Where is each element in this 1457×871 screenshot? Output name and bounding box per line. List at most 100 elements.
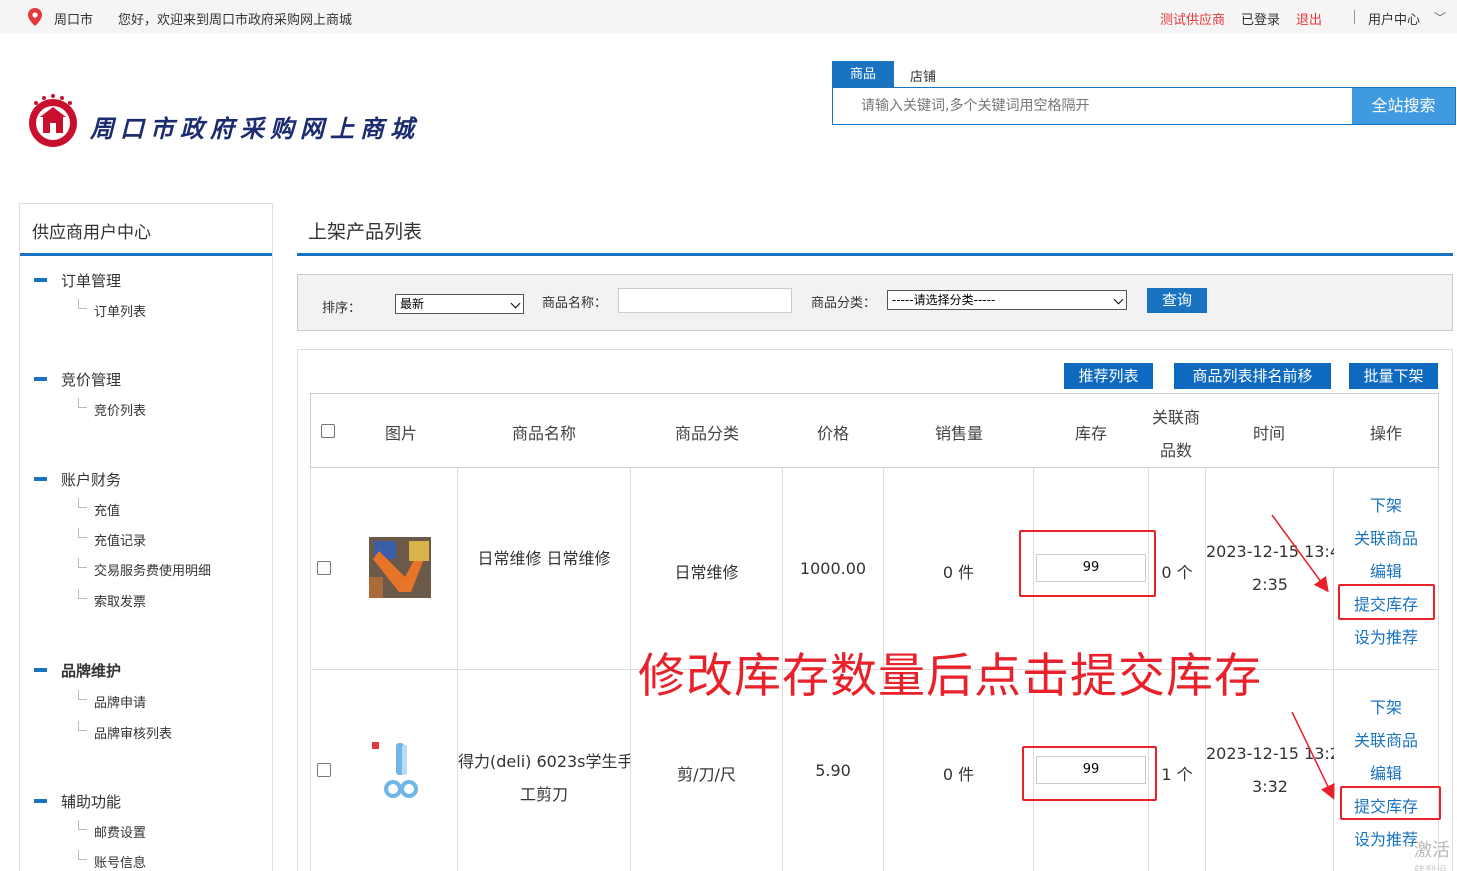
set-recommend-link[interactable]: 设为推荐	[1333, 624, 1439, 648]
product-name-line2[interactable]: 工剪刀	[458, 781, 630, 805]
product-thumbnail[interactable]	[369, 537, 431, 598]
listing-time-line1: 2023-12-15 13:4	[1206, 542, 1334, 561]
title-underline	[297, 253, 1453, 256]
product-name-line1[interactable]: 得力(deli) 6023s学生手	[458, 748, 630, 772]
user-center-menu[interactable]: 用户中心	[1368, 9, 1420, 28]
sidebar-group-label[interactable]: 订单管理	[61, 270, 121, 291]
related-count: 0 个	[1161, 563, 1193, 582]
edit-link[interactable]: 编辑	[1333, 760, 1439, 784]
col-sales: 销售量	[934, 424, 983, 443]
query-button[interactable]: 查询	[1147, 288, 1207, 313]
sidebar-item-label[interactable]: 交易服务费使用明细	[94, 560, 211, 579]
tab-stores[interactable]: 店铺	[910, 66, 936, 85]
supplier-name-link[interactable]: 测试供应商	[1160, 9, 1225, 28]
sidebar-item-label[interactable]: 充值	[94, 500, 120, 519]
site-search-button[interactable]: 全站搜索	[1352, 88, 1455, 124]
sort-select-value: 最新	[400, 297, 425, 311]
product-sales: 0 件	[942, 765, 975, 784]
related-products-link[interactable]: 关联商品	[1333, 525, 1439, 549]
col-image: 图片	[384, 424, 417, 443]
product-price: 5.90	[815, 761, 851, 780]
sidebar-item-label[interactable]: 品牌申请	[94, 692, 146, 711]
listing-time-line2: 3:32	[1252, 777, 1288, 796]
row-checkbox[interactable]	[317, 561, 331, 575]
sort-label: 排序：	[322, 301, 362, 316]
sort-select[interactable]: 最新	[395, 294, 524, 314]
logged-in-status: 已登录	[1241, 13, 1281, 28]
batch-delist-button[interactable]: 批量下架	[1349, 363, 1438, 389]
filter-bar: 排序： 最新 商品名称： 商品分类： -----请选择分类----- 查询	[297, 274, 1453, 331]
group-dash-icon	[34, 799, 47, 803]
chevron-down-icon[interactable]: ﹀	[1434, 9, 1446, 26]
sidebar-item-label[interactable]: 索取发票	[94, 591, 146, 610]
sidebar: 供应商用户中心 订单管理 订单列表 竞价管理 竞价列表 账户财务 充值 充值记录…	[19, 203, 273, 871]
product-price: 1000.00	[799, 559, 867, 578]
tree-line	[78, 690, 87, 700]
sidebar-item-label[interactable]: 账号信息	[94, 852, 146, 871]
row-checkbox[interactable]	[317, 763, 331, 777]
activation-watermark: 激活	[1414, 840, 1450, 861]
col-related-line2: 品数	[1159, 441, 1192, 460]
tree-line	[78, 721, 87, 731]
tree-line	[78, 589, 87, 599]
listing-time-line2: 2:35	[1252, 575, 1288, 594]
product-name[interactable]: 日常维修 日常维修	[458, 545, 630, 569]
delist-link[interactable]: 下架	[1333, 694, 1439, 718]
product-name-input[interactable]	[618, 288, 792, 313]
related-products-link[interactable]: 关联商品	[1333, 727, 1439, 751]
group-dash-icon	[34, 278, 47, 282]
listing-time-line1: 2023-12-15 13:2	[1206, 744, 1334, 763]
sidebar-group-label[interactable]: 账户财务	[61, 469, 121, 490]
page-title: 上架产品列表	[308, 221, 423, 243]
product-name-label: 商品名称：	[542, 296, 608, 311]
sidebar-group-label[interactable]: 辅助功能	[61, 791, 121, 812]
logout-link[interactable]: 退出	[1296, 9, 1322, 28]
edit-link[interactable]: 编辑	[1333, 558, 1439, 582]
col-category: 商品分类	[674, 424, 739, 443]
col-product-name: 商品名称	[511, 424, 576, 443]
sidebar-group-label[interactable]: 品牌维护	[61, 660, 121, 681]
sidebar-item-label[interactable]: 订单列表	[94, 301, 146, 320]
stock-highlight-box	[1022, 746, 1157, 801]
tree-line	[78, 398, 87, 408]
site-logo-text[interactable]: 周口市政府采购网上商城	[90, 109, 420, 144]
rank-forward-button[interactable]: 商品列表排名前移	[1174, 363, 1331, 389]
sidebar-item-label[interactable]: 竞价列表	[94, 400, 146, 419]
product-category: 日常维修	[674, 563, 739, 582]
instruction-annotation: 修改库存数量后点击提交库存	[638, 649, 1262, 704]
recommend-list-button[interactable]: 推荐列表	[1064, 363, 1153, 389]
col-stock: 库存	[1074, 424, 1107, 443]
delist-link[interactable]: 下架	[1333, 492, 1439, 516]
product-category: 剪/刀/尺	[677, 765, 736, 784]
category-select-value: -----请选择分类-----	[892, 293, 996, 307]
col-actions: 操作	[1369, 424, 1402, 443]
sidebar-group-label[interactable]: 竞价管理	[61, 369, 121, 390]
col-related-line1: 关联商	[1151, 408, 1200, 427]
sidebar-item-label[interactable]: 充值记录	[94, 530, 146, 549]
submit-stock-highlight-box	[1338, 584, 1435, 620]
product-thumbnail[interactable]	[369, 739, 431, 801]
col-time: 时间	[1252, 424, 1285, 443]
top-bar: 周口市 您好，欢迎来到周口市政府采购网上商城 测试供应商 已登录 退出 用户中心…	[0, 0, 1457, 34]
sidebar-item-label[interactable]: 邮费设置	[94, 822, 146, 841]
logo-emblem-icon[interactable]	[26, 93, 80, 149]
tree-line	[78, 850, 87, 860]
select-all-checkbox[interactable]	[321, 424, 335, 438]
sidebar-title-underline	[20, 253, 272, 256]
tree-line	[78, 820, 87, 830]
tab-products[interactable]: 商品	[832, 61, 894, 87]
tree-line	[78, 558, 87, 568]
tree-line	[78, 498, 87, 508]
table-header: 图片 商品名称 商品分类 价格 销售量 库存 关联商 品数 时间 操作	[310, 393, 1439, 468]
search-input[interactable]	[861, 96, 1341, 116]
stock-highlight-box	[1019, 530, 1156, 597]
col-price: 价格	[816, 424, 849, 443]
product-sales: 0 件	[942, 563, 975, 582]
related-count: 1 个	[1161, 765, 1193, 784]
tree-line	[78, 299, 87, 309]
category-select[interactable]: -----请选择分类-----	[887, 290, 1127, 310]
sidebar-item-label[interactable]: 品牌审核列表	[94, 723, 172, 742]
city-selector[interactable]: 周口市	[54, 9, 93, 28]
divider	[1354, 10, 1355, 24]
submit-stock-highlight-box	[1340, 786, 1441, 820]
